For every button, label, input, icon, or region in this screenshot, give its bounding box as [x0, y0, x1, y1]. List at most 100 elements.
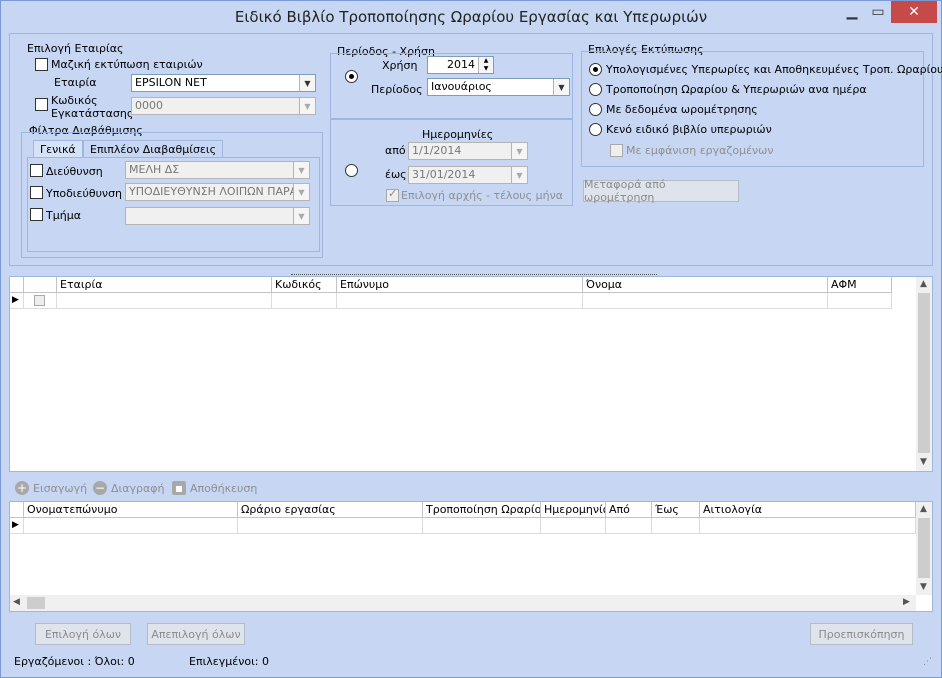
from-date-field[interactable]: 1/1/2014 ▼ — [408, 142, 528, 160]
details-horizontal-scrollbar[interactable]: ◀ ▶ — [10, 595, 916, 611]
tab-more-filters[interactable]: Επιπλέον Διαβαθμίσεις — [83, 140, 224, 158]
print-option-3-radio[interactable] — [589, 103, 602, 116]
print-option-1-label: Υπολογισμένες Υπερωρίες και Αποθηκευμένε… — [606, 63, 942, 76]
to-date-value: 31/01/2014 — [412, 168, 476, 181]
deselect-all-button[interactable]: Απεπιλογή όλων — [147, 623, 245, 645]
install-code-checkbox[interactable] — [35, 98, 48, 111]
row-pointer-icon: ▶ — [10, 518, 24, 534]
table-cell[interactable] — [606, 518, 652, 534]
select-all-button[interactable]: Επιλογή όλων — [35, 623, 131, 645]
save-button[interactable]: ▪ Αποθήκευση — [172, 481, 257, 495]
chevron-down-icon[interactable]: ▼ — [553, 79, 569, 95]
table-cell[interactable] — [272, 293, 337, 309]
chevron-down-icon[interactable]: ▼ — [299, 98, 315, 114]
table-cell[interactable] — [828, 293, 892, 309]
year-spinner[interactable]: 2014 ▲ ▼ — [427, 56, 494, 74]
scroll-thumb[interactable] — [27, 597, 45, 609]
insert-button[interactable]: + Εισαγωγή — [15, 481, 87, 495]
month-bounds-checkbox[interactable] — [386, 187, 399, 202]
scroll-left-icon[interactable]: ◀ — [13, 597, 20, 607]
close-button[interactable]: ✕ — [891, 1, 937, 23]
scroll-down-icon[interactable]: ▼ — [920, 582, 927, 592]
preview-button[interactable]: Προεπισκόπηση — [810, 623, 913, 645]
grid-header-code[interactable]: Κωδικός — [272, 277, 337, 293]
resize-grip-icon[interactable]: ⋰ — [923, 657, 932, 667]
delete-label: Διαγραφή — [111, 481, 165, 495]
spin-arrows-icon[interactable]: ▲ ▼ — [478, 57, 493, 73]
table-row-select-cell[interactable] — [24, 293, 57, 309]
save-icon: ▪ — [172, 481, 186, 495]
scroll-down-icon[interactable]: ▼ — [920, 457, 927, 467]
scroll-up-icon[interactable]: ▲ — [920, 279, 927, 289]
install-code-select[interactable]: 0000 ▼ — [131, 97, 316, 115]
department-label: Τμήμα — [46, 209, 81, 222]
chevron-down-icon[interactable]: ▼ — [511, 143, 527, 159]
print-option-2-radio[interactable] — [589, 83, 602, 96]
dates-radio[interactable] — [345, 164, 358, 177]
grid-header-company[interactable]: Εταιρία — [57, 277, 272, 293]
print-option-4-label: Κενό ειδικό βιβλίο υπερωριών — [606, 123, 772, 136]
table-cell[interactable] — [541, 518, 606, 534]
grid-header-date[interactable]: Ημερομηνία — [541, 502, 606, 518]
install-code-label-2: Εγκατάστασης — [51, 107, 134, 120]
grid-header-schedule-change[interactable]: Τροποποίηση Ωραρίου — [423, 502, 541, 518]
minimize-button[interactable]: ▁ — [839, 1, 865, 23]
from-date-value: 1/1/2014 — [412, 144, 462, 157]
chevron-down-icon[interactable]: ▼ — [293, 208, 309, 224]
grid-header-reason[interactable]: Αιτιολογία — [700, 502, 916, 518]
subdirection-select[interactable]: ΥΠΟΔΙΕΥΘΥΝΣΗ ΛΟΙΠΩΝ ΠΑΡΑΜ ▼ — [125, 183, 310, 201]
table-cell[interactable] — [57, 293, 272, 309]
year-label: Χρήση — [382, 59, 418, 72]
chevron-down-icon[interactable]: ▼ — [299, 75, 315, 91]
grid-header-schedule[interactable]: Ωράριο εργασίας — [238, 502, 423, 518]
scroll-right-icon[interactable]: ▶ — [903, 597, 910, 607]
grid-header-fullname[interactable]: Ονοματεπώνυμο — [24, 502, 238, 518]
install-code-label-1: Κωδικός — [51, 94, 98, 107]
table-cell[interactable] — [423, 518, 541, 534]
table-cell[interactable] — [238, 518, 423, 534]
row-select-checkbox[interactable] — [34, 295, 45, 306]
subdirection-checkbox[interactable] — [30, 186, 43, 199]
to-date-field[interactable]: 31/01/2014 ▼ — [408, 166, 528, 184]
chevron-down-icon[interactable]: ▼ — [511, 167, 527, 183]
table-cell[interactable] — [652, 518, 700, 534]
status-employees-all: Εργαζόμενοι : Όλοι: 0 — [14, 655, 135, 668]
period-radio[interactable] — [345, 70, 358, 83]
chevron-down-icon[interactable]: ▼ — [293, 184, 309, 200]
direction-select[interactable]: ΜΕΛΗ ΔΣ ▼ — [125, 161, 310, 179]
direction-checkbox[interactable] — [30, 164, 43, 177]
transfer-from-timekeeping-button[interactable]: Μεταφορά από ωρομέτρηση — [583, 178, 739, 204]
department-select[interactable]: ▼ — [125, 207, 310, 225]
table-cell[interactable] — [24, 518, 238, 534]
splitter-handle[interactable] — [291, 270, 657, 275]
grid-header-afm[interactable]: ΑΦΜ — [828, 277, 892, 293]
department-checkbox[interactable] — [30, 208, 43, 221]
grid-header-from[interactable]: Από — [606, 502, 652, 518]
table-cell[interactable] — [583, 293, 828, 309]
show-employees-checkbox[interactable] — [610, 144, 623, 157]
chevron-down-icon[interactable]: ▼ — [293, 162, 309, 178]
maximize-button[interactable]: ▭ — [865, 1, 891, 23]
grid-header-name[interactable]: Όνομα — [583, 277, 828, 293]
table-cell[interactable] — [337, 293, 583, 309]
grid-header-surname[interactable]: Επώνυμο — [337, 277, 583, 293]
dates-label: Ημερομηνίες — [422, 128, 494, 141]
window-title: Ειδικό Βιβλίο Τροποποίησης Ωραρίου Εργασ… — [234, 8, 708, 26]
tab-general[interactable]: Γενικά — [33, 140, 83, 158]
print-option-2-label: Τροποποίηση Ωραρίου & Υπερωριών ανα ημέρ… — [606, 83, 867, 96]
bulk-print-checkbox[interactable] — [35, 58, 48, 71]
table-cell[interactable] — [700, 518, 916, 534]
details-grid: Ονοματεπώνυμο Ωράριο εργασίας Τροποποίησ… — [9, 501, 933, 612]
scroll-up-icon[interactable]: ▲ — [920, 504, 927, 514]
grid-header-to[interactable]: Έως — [652, 502, 700, 518]
delete-button[interactable]: − Διαγραφή — [93, 481, 164, 495]
scroll-thumb[interactable] — [918, 518, 930, 578]
company-select[interactable]: EPSILON NET ▼ — [131, 74, 316, 92]
details-vertical-scrollbar[interactable]: ▲ ▼ — [916, 502, 932, 595]
scroll-thumb[interactable] — [918, 293, 930, 453]
period-select[interactable]: Ιανουάριος ▼ — [427, 78, 570, 96]
print-option-1-radio[interactable] — [589, 63, 602, 76]
employees-vertical-scrollbar[interactable]: ▲ ▼ — [916, 277, 932, 471]
print-option-4-radio[interactable] — [589, 123, 602, 136]
subdirection-label: Υποδιεύθυνση — [46, 187, 123, 200]
